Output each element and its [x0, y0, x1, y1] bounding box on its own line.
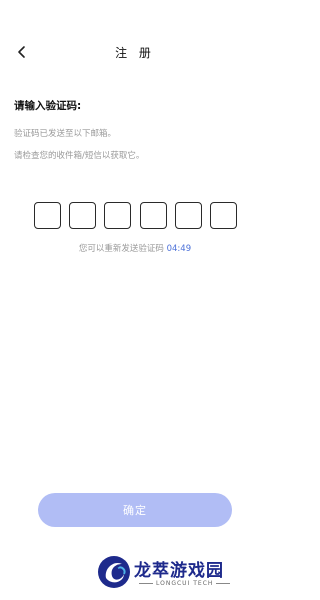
verification-code-input-group — [34, 202, 237, 230]
info-line-check-inbox: 请检查您的收件箱/短信以获取它。 — [14, 151, 145, 161]
code-digit-input-4[interactable] — [139, 202, 167, 229]
code-digit-input-5[interactable] — [174, 202, 202, 229]
info-line-sent: 验证码已发送至以下邮箱。 — [14, 129, 117, 139]
resend-text: 您可以重新发送验证码 — [78, 244, 164, 254]
code-digit-input-2[interactable] — [69, 202, 97, 229]
resend-info: 您可以重新发送验证码 04:49 — [0, 242, 270, 254]
code-digit-input-3[interactable] — [104, 202, 132, 229]
watermark: 龙萃游戏园 LONGCUI TECH — [96, 552, 266, 596]
code-digit-input-1[interactable] — [34, 202, 61, 229]
watermark-subtitle: LONGCUI TECH — [136, 580, 233, 587]
code-digit-input-6[interactable] — [209, 202, 237, 229]
confirm-button[interactable]: 确定 — [38, 493, 232, 527]
resend-countdown[interactable]: 04:49 — [167, 244, 192, 254]
header: 注 册 — [0, 0, 270, 104]
prompt-title: 请输入验证码: — [14, 100, 82, 112]
page-title: 注 册 — [115, 46, 155, 60]
watermark-name: 龙萃游戏园 — [134, 561, 224, 581]
dragon-logo-icon — [98, 556, 130, 588]
